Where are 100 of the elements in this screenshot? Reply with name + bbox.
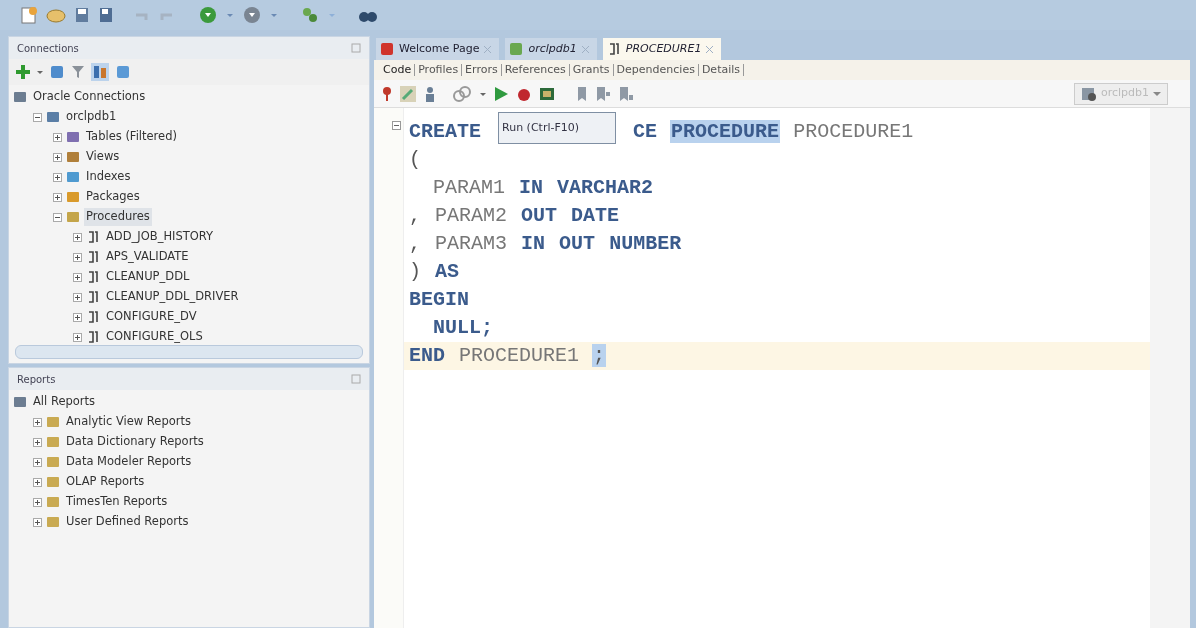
tree-item[interactable]: TimesTen Reports [64, 493, 170, 511]
schema-icon[interactable] [91, 63, 109, 81]
tab[interactable]: Profiles [415, 64, 463, 76]
expand-icon[interactable] [33, 477, 42, 487]
filter-icon[interactable] [71, 64, 85, 80]
expand-icon[interactable] [73, 272, 82, 282]
code-token: PROCEDURE1 [792, 120, 915, 143]
expand-icon[interactable] [53, 192, 62, 202]
code-token: PARAM2 [434, 204, 509, 227]
grid-icon[interactable] [539, 85, 555, 102]
code-token: VARCHAR2 [556, 176, 655, 199]
tree-item[interactable]: OLAP Reports [64, 473, 147, 491]
link-icon[interactable] [451, 83, 473, 104]
bookmark-icon[interactable] [576, 85, 588, 102]
tree-item[interactable]: ADD_JOB_HISTORY [104, 228, 216, 246]
tab[interactable]: Details [698, 64, 745, 76]
procedure-icon [86, 330, 100, 344]
edit-icon[interactable] [399, 84, 417, 103]
user-icon[interactable] [424, 84, 436, 103]
code-token: ( [408, 148, 422, 171]
expand-icon[interactable] [33, 497, 42, 507]
bookmark-next-icon[interactable] [618, 85, 634, 102]
code-token: , [408, 204, 422, 227]
code-token: OUT [520, 204, 559, 227]
expand-icon[interactable] [53, 172, 62, 182]
expand-icon[interactable] [53, 152, 62, 162]
tree-item[interactable]: APS_VALIDATE [104, 248, 191, 266]
add-icon[interactable] [15, 64, 31, 80]
code-token: PROCEDURE1 [458, 344, 581, 367]
network-icon[interactable] [300, 5, 320, 25]
expand-icon[interactable] [73, 312, 82, 322]
pin-icon[interactable] [382, 85, 392, 102]
code-token: NUMBER [608, 232, 683, 255]
code-token: OUT [558, 232, 597, 255]
tree-item[interactable]: All Reports [31, 393, 98, 411]
expand-icon[interactable] [73, 292, 82, 302]
run-icon[interactable] [493, 85, 509, 102]
procedure-icon [86, 230, 100, 244]
horizontal-scrollbar[interactable] [15, 345, 363, 359]
close-icon[interactable] [706, 45, 714, 53]
tree-item[interactable]: CONFIGURE_DV [104, 308, 199, 326]
tab[interactable]: Grants [569, 64, 614, 76]
tree-item[interactable]: Indexes [84, 168, 133, 186]
code-token: END [408, 344, 446, 367]
code-token: PROCEDURE [670, 120, 781, 143]
tree-item[interactable]: Tables (Filtered) [84, 128, 179, 146]
tree-item[interactable]: orclpdb1 [64, 108, 119, 126]
expand-icon[interactable] [73, 232, 82, 242]
tree-item[interactable]: Oracle Connections [31, 88, 148, 106]
tab[interactable]: Code [380, 64, 416, 76]
back-circle-icon[interactable] [242, 5, 262, 25]
editor-tab[interactable]: Welcome Page [376, 38, 500, 60]
tree-item[interactable]: Packages [84, 188, 142, 206]
code-token: PARAM3 [434, 232, 509, 255]
save-all-icon[interactable] [98, 6, 114, 24]
expand-icon[interactable] [73, 252, 82, 262]
tooltip: Run (Ctrl-F10) [498, 112, 617, 144]
caret-icon [1153, 89, 1161, 98]
fold-icon[interactable] [392, 121, 401, 130]
editor-tab[interactable]: orclpdb1 [505, 38, 597, 60]
forward-circle-icon[interactable] [198, 5, 218, 25]
expand-icon[interactable] [53, 132, 62, 142]
tree-item[interactable]: Data Modeler Reports [64, 453, 194, 471]
panel-title: Reports [17, 372, 56, 387]
new-file-icon[interactable] [20, 6, 38, 24]
code-token: NULL; [432, 316, 494, 339]
code-token: IN [518, 176, 545, 199]
panel-title: Connections [17, 41, 79, 56]
expand-icon[interactable] [33, 437, 42, 447]
database-search-icon [1080, 85, 1097, 102]
expand-icon[interactable] [33, 517, 42, 527]
expand-icon[interactable] [33, 457, 42, 467]
tree-item[interactable]: Analytic View Reports [64, 413, 193, 431]
procedure-icon [86, 290, 100, 304]
tree-item[interactable]: Views [84, 148, 122, 166]
tree-item[interactable]: CLEANUP_DDL_DRIVER [104, 288, 241, 306]
code-token: , [408, 232, 422, 255]
tree-item[interactable]: CONFIGURE_OLS [104, 328, 205, 345]
save-icon[interactable] [74, 6, 90, 24]
expand-icon[interactable] [33, 417, 42, 427]
editor-tab[interactable]: PROCEDURE1 [602, 38, 722, 60]
collapse-icon[interactable] [33, 112, 42, 122]
tree-item[interactable]: Procedures [84, 208, 152, 226]
tree-item[interactable]: User Defined Reports [64, 513, 191, 531]
procedure-icon [86, 270, 100, 284]
expand-icon[interactable] [73, 332, 82, 342]
code-token: PARAM1 [432, 176, 506, 199]
tree-item[interactable]: CLEANUP_DDL [104, 268, 192, 286]
code-token: BEGIN [408, 288, 470, 311]
collapse-icon[interactable] [53, 212, 62, 222]
tree-item[interactable]: Data Dictionary Reports [64, 433, 206, 451]
tab[interactable]: Dependencies [613, 64, 699, 76]
tab[interactable]: Errors [462, 64, 502, 76]
code-token: ; [592, 344, 607, 367]
code-token: ) [408, 260, 422, 283]
tab[interactable]: References [501, 64, 570, 76]
bookmark-prev-icon[interactable] [595, 85, 611, 102]
code-token: CREATE [408, 120, 482, 143]
code-token: DATE [570, 204, 621, 227]
code-token: AS [434, 260, 461, 283]
